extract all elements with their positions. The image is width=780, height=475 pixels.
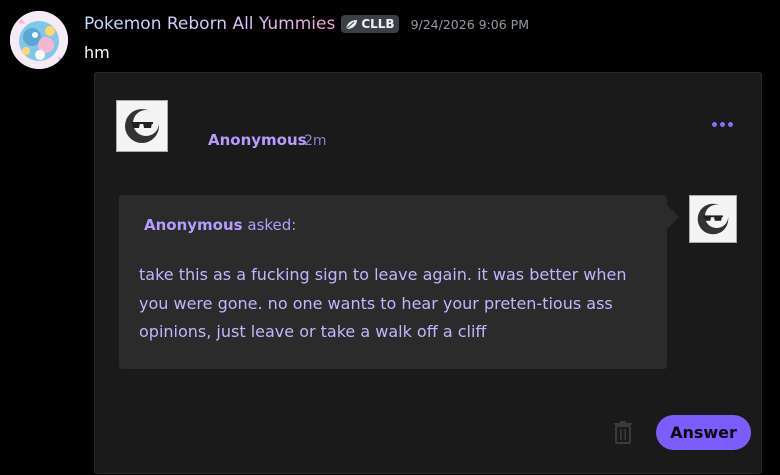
character-avatar-icon bbox=[10, 11, 68, 69]
ask-bubble: Anonymous asked: take this as a fucking … bbox=[119, 195, 679, 369]
chat-message: Pokemon Reborn All Yummies CLLB 9/24/202… bbox=[0, 0, 780, 475]
asked-label: asked: bbox=[247, 216, 297, 234]
post-age: 2m bbox=[304, 133, 327, 149]
post-author-name[interactable]: Anonymous bbox=[208, 131, 307, 149]
anonymous-sunglasses-icon bbox=[125, 109, 159, 143]
post-author-avatar[interactable] bbox=[116, 100, 168, 152]
ellipsis-icon bbox=[711, 121, 717, 127]
timestamp: 9/24/2026 9:06 PM bbox=[410, 16, 529, 32]
leaf-icon bbox=[345, 19, 358, 29]
more-options-button[interactable] bbox=[705, 113, 739, 135]
ask-post-embed: Anonymous 2m Anonymous asked: take this … bbox=[94, 72, 762, 474]
asker-avatar[interactable] bbox=[689, 195, 737, 243]
ellipsis-icon bbox=[727, 121, 733, 127]
username[interactable]: Pokemon Reborn All Yummies bbox=[84, 14, 335, 34]
ellipsis-icon bbox=[719, 121, 725, 127]
server-tag[interactable]: CLLB bbox=[341, 15, 399, 33]
server-tag-label: CLLB bbox=[361, 17, 395, 31]
asker-line: Anonymous asked: bbox=[144, 216, 296, 234]
asker-name[interactable]: Anonymous bbox=[144, 216, 243, 234]
trash-icon bbox=[614, 421, 632, 444]
question-text: take this as a fucking sign to leave aga… bbox=[139, 265, 627, 341]
avatar[interactable] bbox=[10, 11, 68, 69]
message-content: hm bbox=[84, 43, 110, 62]
anonymous-sunglasses-icon bbox=[697, 203, 729, 235]
delete-button[interactable] bbox=[611, 419, 635, 445]
answer-button[interactable]: Answer bbox=[656, 415, 751, 450]
message-header: Pokemon Reborn All Yummies CLLB 9/24/202… bbox=[84, 14, 529, 34]
